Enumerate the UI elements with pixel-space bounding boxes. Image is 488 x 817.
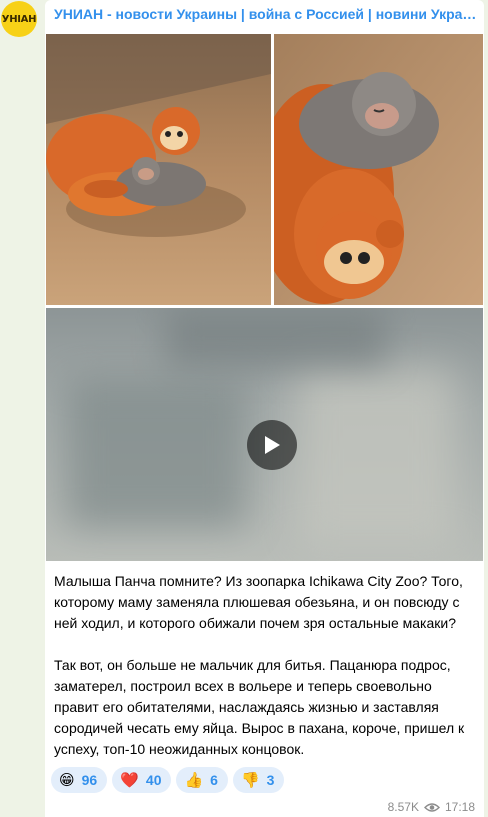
sleeping-monkey-photo-icon [274, 34, 483, 305]
play-button[interactable] [247, 420, 297, 470]
channel-avatar[interactable]: УНІАН [1, 1, 37, 37]
photo-monkey-with-plush[interactable] [46, 34, 271, 305]
video-preview[interactable] [46, 308, 483, 561]
view-count: 8.57K [387, 800, 419, 814]
message-paragraph: Так вот, он больше не мальчик для битья.… [54, 657, 465, 757]
message-time: 17:18 [444, 800, 475, 814]
thumbs-up-emoji-icon: 👍 [184, 771, 204, 789]
grin-emoji-icon: 😁 [59, 771, 75, 789]
reaction-count: 3 [266, 772, 275, 788]
heart-emoji-icon: ❤️ [120, 771, 139, 789]
reaction-grin[interactable]: 😁 96 [51, 767, 108, 793]
video-blur-shape [296, 368, 456, 548]
reaction-thumbs-up[interactable]: 👍 6 [176, 767, 228, 793]
message-bubble: УНИАН - новости Украины | война с Россие… [45, 0, 484, 817]
eye-icon [423, 802, 440, 812]
reaction-count: 96 [81, 772, 98, 788]
monkey-with-plush-photo-icon [46, 34, 271, 305]
thumbs-down-emoji-icon: 👎 [240, 771, 260, 789]
channel-name[interactable]: УНИАН - новости Украины | война с Россие… [54, 6, 478, 22]
message-text: Малыша Панча помните? Из зоопарка Ichika… [54, 571, 478, 760]
video-blur-shape [166, 308, 386, 368]
reaction-count: 40 [145, 772, 162, 788]
reaction-heart[interactable]: ❤️ 40 [112, 767, 172, 793]
play-icon [265, 436, 280, 454]
message-meta: 8.57K 17:18 [388, 800, 475, 814]
message-paragraph: Малыша Панча помните? Из зоопарка Ichika… [54, 573, 463, 631]
reaction-count: 6 [210, 772, 218, 788]
reactions-bar: 😁 96 ❤️ 40 👍 6 👎 3 [51, 767, 285, 793]
video-blur-shape [66, 378, 246, 528]
channel-logo-text: УНІАН [1, 13, 37, 25]
photo-sleeping-monkey[interactable] [274, 34, 483, 305]
reaction-thumbs-down[interactable]: 👎 3 [232, 767, 285, 793]
